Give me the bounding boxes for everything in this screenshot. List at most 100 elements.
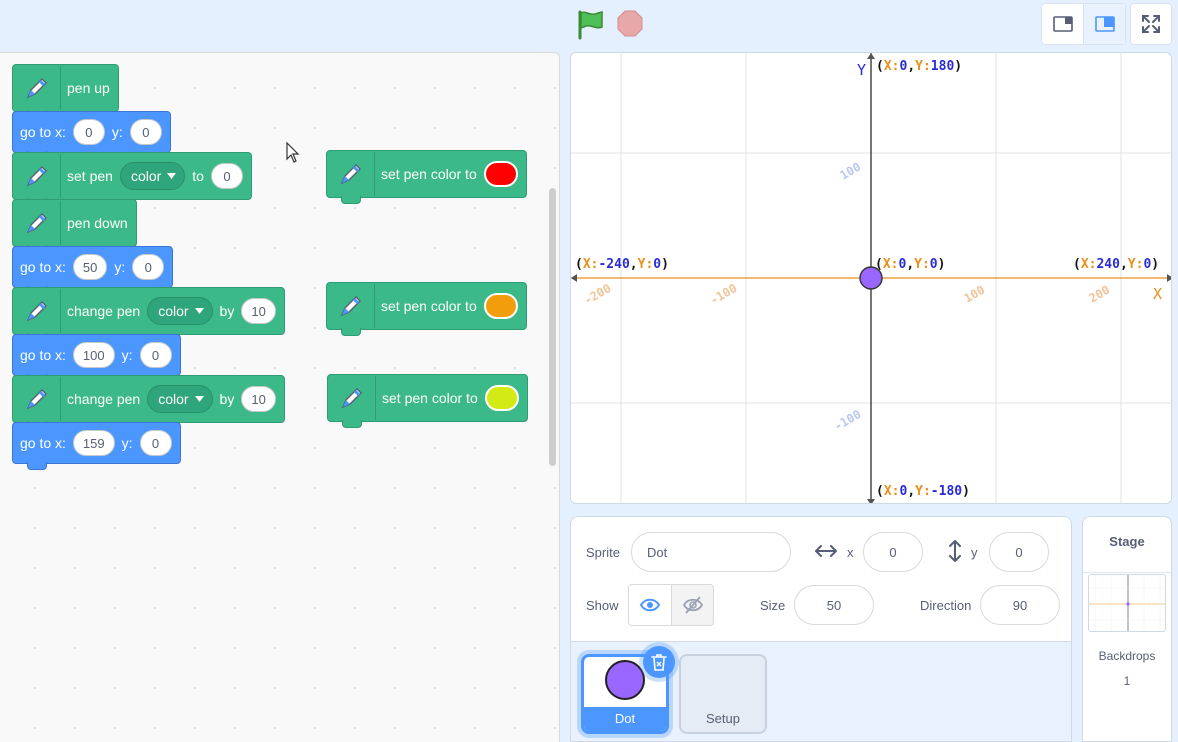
block-text: y: (121, 347, 133, 363)
pen-down-block[interactable]: pen down (12, 199, 137, 253)
go-to-xy-block[interactable]: go to x: 159 y: 0 (12, 422, 181, 470)
fullscreen-button[interactable] (1130, 3, 1172, 45)
stop-icon (617, 10, 643, 37)
workspace-scrollbar[interactable] (549, 188, 556, 466)
set-pen-color-block[interactable]: set pen color to (326, 282, 527, 336)
x-axis-letter: X (1153, 285, 1162, 303)
y-arrow-icon (949, 539, 961, 565)
eye-slash-icon (682, 596, 703, 614)
set-pen-color-block[interactable]: set pen color to (327, 374, 528, 428)
pen-param-dropdown[interactable]: color (147, 297, 213, 325)
pen-up-block[interactable]: pen up (12, 64, 119, 118)
x-input[interactable]: 159 (72, 430, 115, 456)
block-text: go to x: (20, 347, 66, 363)
y-input[interactable]: 0 (139, 342, 172, 368)
x-input[interactable]: 0 (72, 119, 105, 145)
normal-stage-icon (1094, 16, 1115, 32)
stop-button[interactable] (614, 8, 646, 40)
hide-sprite-button[interactable] (671, 585, 713, 625)
go-to-xy-block[interactable]: go to x: 100 y: 0 (12, 334, 181, 382)
top-coord-label: (X:0,Y:180) (876, 59, 962, 74)
block-text: set pen color to (382, 390, 478, 406)
block-text: set pen (67, 168, 113, 184)
direction-field[interactable]: 90 (980, 585, 1060, 625)
code-workspace[interactable]: pen up go to x: 0 y: 0 set pen color to … (0, 52, 560, 742)
block-text: go to x: (20, 259, 66, 275)
x-label: x (847, 544, 854, 560)
color-swatch[interactable] (483, 161, 518, 187)
show-sprite-button[interactable] (629, 585, 671, 625)
x-input[interactable]: 100 (72, 342, 115, 368)
value-input[interactable]: 10 (241, 386, 276, 412)
y-input[interactable]: 0 (129, 119, 162, 145)
stage-canvas[interactable]: Y X (X:0,Y:180) (X:0,Y:-180) (X:-240,Y:0… (570, 52, 1172, 504)
stage-selector[interactable]: Stage Backdrops 1 (1082, 516, 1172, 742)
center-coord-label: (X:0,Y:0) (875, 257, 945, 272)
color-swatch[interactable] (483, 293, 518, 319)
y-axis-letter: Y (857, 61, 866, 79)
pen-extension-icon (13, 154, 61, 198)
x-arrow-icon (815, 544, 837, 560)
block-text: set pen color to (381, 298, 477, 314)
stage-size-toggle (1041, 3, 1126, 45)
x-position-field[interactable]: 0 (863, 532, 923, 572)
trash-icon (651, 654, 667, 671)
dropdown-arrow-icon (194, 396, 204, 402)
value-input[interactable]: 0 (210, 163, 243, 189)
mouse-cursor-icon (286, 142, 300, 163)
y-input[interactable]: 0 (139, 430, 172, 456)
sprite-tile-label: Setup (706, 711, 740, 726)
block-text: by (219, 391, 235, 407)
fullscreen-icon (1142, 15, 1160, 33)
block-text: pen up (67, 80, 110, 96)
y-label: y (971, 544, 978, 560)
block-text: set pen color to (381, 166, 477, 182)
right-coord-label: (X:240,Y:0) (1073, 257, 1159, 272)
sprite-dot[interactable] (859, 266, 883, 290)
size-field[interactable]: 50 (794, 585, 874, 625)
pen-param-dropdown[interactable]: color (147, 385, 213, 413)
pen-param-dropdown[interactable]: color (119, 162, 186, 190)
block-text: to (192, 168, 204, 184)
dropdown-value: color (130, 168, 162, 184)
block-text: change pen (67, 303, 141, 319)
backdrops-count: 1 (1123, 674, 1131, 688)
pen-extension-icon (327, 284, 375, 328)
tick-label: 100 (962, 283, 988, 306)
stage-backdrop: Y X (X:0,Y:180) (X:0,Y:-180) (X:-240,Y:0… (571, 53, 1171, 503)
green-flag-button[interactable] (574, 8, 606, 40)
pen-extension-icon (13, 377, 61, 421)
set-pen-param-block[interactable]: set pen color to 0 (12, 152, 252, 206)
normal-stage-button[interactable] (1083, 4, 1125, 44)
y-input[interactable]: 0 (132, 254, 165, 280)
delete-sprite-button[interactable] (643, 646, 675, 678)
change-pen-param-block[interactable]: change pen color by 10 (12, 375, 285, 429)
color-swatch[interactable] (484, 385, 519, 411)
set-pen-color-block[interactable]: set pen color to (326, 150, 527, 204)
go-to-xy-block[interactable]: go to x: 50 y: 0 (12, 246, 174, 294)
y-position-field[interactable]: 0 (989, 532, 1049, 572)
block-text: change pen (67, 391, 141, 407)
sprite-tile-setup[interactable]: Setup (679, 654, 767, 734)
tick-label: 200 (1087, 283, 1113, 306)
dropdown-value: color (158, 391, 189, 407)
dropdown-arrow-icon (194, 308, 204, 314)
sprite-name-field[interactable]: Dot (631, 532, 791, 572)
tick-label: -100 (832, 407, 864, 434)
tick-label: -200 (582, 281, 614, 308)
block-text: y: (111, 124, 123, 140)
sprite-info-panel: Sprite Dot x 0 y 0 Show Size 50 Directio… (570, 516, 1072, 742)
small-stage-button[interactable] (1042, 4, 1083, 44)
tick-label: 100 (838, 160, 864, 183)
x-input[interactable]: 50 (72, 254, 108, 280)
show-label: Show (586, 597, 619, 613)
pen-extension-icon (327, 152, 375, 196)
block-text: y: (121, 435, 133, 451)
go-to-xy-block[interactable]: go to x: 0 y: 0 (12, 111, 171, 159)
stage-thumbnail (1088, 574, 1166, 632)
pen-extension-icon (328, 376, 376, 420)
change-pen-param-block[interactable]: change pen color by 10 (12, 287, 285, 341)
size-label: Size (760, 597, 786, 613)
value-input[interactable]: 10 (241, 298, 276, 324)
direction-label: Direction (920, 597, 972, 613)
